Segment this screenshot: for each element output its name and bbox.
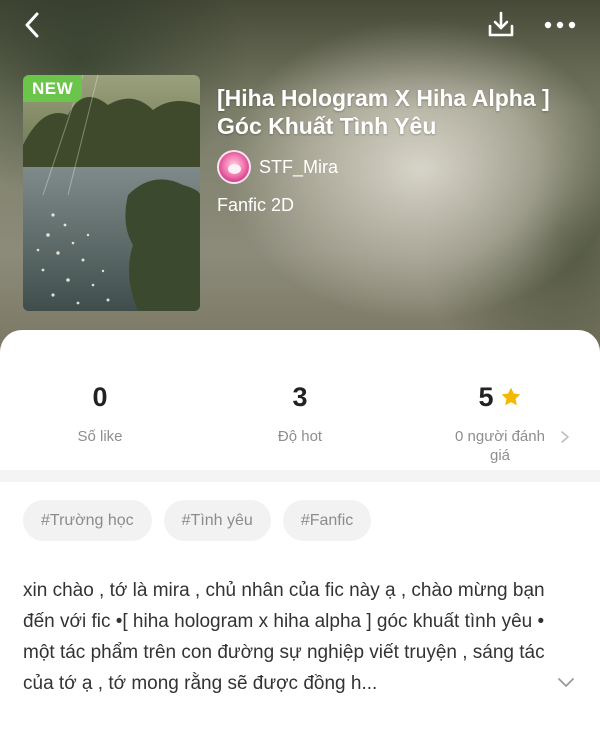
hot-label: Độ hot bbox=[277, 428, 323, 445]
chevron-left-icon bbox=[25, 12, 39, 38]
story-description: xin chào , tớ là mira , chủ nhân của fic… bbox=[23, 580, 545, 694]
story-title: [Hiha Hologram X Hiha Alpha ] Góc Khuất … bbox=[217, 85, 550, 139]
hot-score: 3 bbox=[292, 381, 308, 412]
more-options-button[interactable] bbox=[540, 8, 580, 42]
back-button[interactable] bbox=[18, 10, 48, 40]
tag-chip[interactable]: #Tình yêu bbox=[163, 500, 271, 541]
new-badge: NEW bbox=[23, 75, 83, 102]
rating-value-row: 5 bbox=[400, 380, 600, 414]
story-cover-image[interactable] bbox=[23, 75, 200, 311]
story-hero-header: NEW [Hiha Hologram X Hiha Alpha ] Góc Kh… bbox=[0, 0, 600, 360]
likes-count: 0 bbox=[92, 381, 108, 412]
stat-likes: 0 Số like bbox=[0, 380, 200, 446]
download-icon bbox=[488, 11, 514, 37]
chevron-right-icon[interactable] bbox=[558, 430, 572, 444]
stat-rating[interactable]: 5 0 người đánh giá bbox=[400, 380, 600, 465]
author-name[interactable]: STF_Mira bbox=[259, 157, 338, 178]
author-avatar[interactable] bbox=[217, 150, 251, 184]
cover-lake-illustration bbox=[23, 75, 200, 311]
chevron-down-icon[interactable] bbox=[556, 673, 576, 693]
download-button[interactable] bbox=[484, 8, 518, 42]
tag-chip[interactable]: #Fanfic bbox=[282, 500, 372, 541]
author-row[interactable]: STF_Mira bbox=[217, 150, 338, 184]
more-horizontal-icon bbox=[544, 21, 576, 29]
story-genre[interactable]: Fanfic 2D bbox=[217, 195, 294, 216]
top-bar bbox=[0, 0, 600, 50]
stat-hot: 3 Độ hot bbox=[200, 380, 400, 446]
section-divider bbox=[0, 470, 600, 482]
stats-row: 0 Số like 3 Độ hot 5 0 người đánh giá bbox=[0, 330, 600, 470]
rating-score: 5 bbox=[478, 381, 494, 412]
rating-count-label: 0 người đánh giá bbox=[455, 428, 545, 464]
star-icon bbox=[501, 387, 520, 406]
tag-list: #Trường học #Tình yêu #Fanfic bbox=[23, 500, 372, 541]
tag-chip[interactable]: #Trường học bbox=[23, 500, 152, 541]
story-details-sheet: 0 Số like 3 Độ hot 5 0 người đánh giá #T… bbox=[0, 330, 600, 733]
likes-label: Số like bbox=[77, 428, 123, 445]
